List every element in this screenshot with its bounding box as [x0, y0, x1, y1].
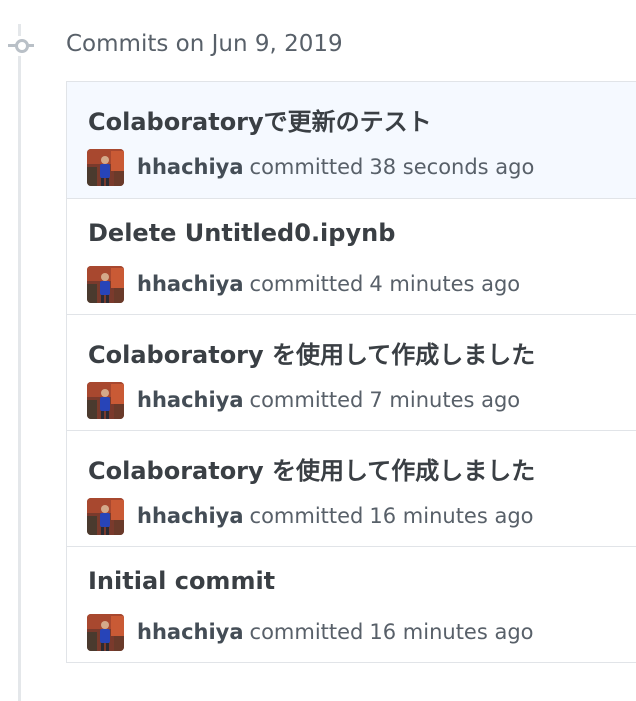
user-avatar-icon[interactable] — [87, 381, 124, 419]
commit-action-text: committed — [249, 620, 364, 644]
commit-time: 38 seconds ago — [369, 155, 535, 179]
commit-author-link[interactable]: hhachiya — [137, 155, 244, 179]
commit-time: 16 minutes ago — [369, 620, 534, 644]
commit-row: Colaboratory を使用して作成しました hhachiya commit… — [67, 430, 636, 546]
commit-meta: hhachiya committed 38 seconds ago — [87, 148, 534, 186]
commit-row: Delete Untitled0.ipynb hhachiya committe… — [67, 198, 636, 314]
commit-action-text: committed — [249, 388, 364, 412]
commit-author-link[interactable]: hhachiya — [137, 504, 244, 528]
commit-time: 16 minutes ago — [369, 504, 534, 528]
commit-author-link[interactable]: hhachiya — [137, 272, 244, 296]
commit-meta: hhachiya committed 7 minutes ago — [87, 381, 520, 419]
commit-row: Colaboratory を使用して作成しました hhachiya commit… — [67, 314, 636, 430]
commit-title-link[interactable]: Delete Untitled0.ipynb — [88, 219, 395, 247]
git-commit-icon — [8, 36, 34, 56]
commit-meta: hhachiya committed 4 minutes ago — [87, 265, 520, 303]
commit-row: Colaboratoryで更新のテスト hhachiya committed 3… — [67, 82, 636, 198]
commit-meta: hhachiya committed 16 minutes ago — [87, 613, 534, 651]
commit-list: Colaboratoryで更新のテスト hhachiya committed 3… — [66, 81, 636, 663]
user-avatar-icon[interactable] — [87, 497, 124, 535]
user-avatar-icon[interactable] — [87, 265, 124, 303]
commit-time: 7 minutes ago — [369, 388, 521, 412]
commit-author-link[interactable]: hhachiya — [137, 620, 244, 644]
commit-title-link[interactable]: Colaboratory を使用して作成しました — [88, 451, 535, 486]
commit-row: Initial commit hhachiya committed 16 min… — [67, 546, 636, 662]
commit-title-link[interactable]: Colaboratory を使用して作成しました — [88, 335, 535, 370]
commit-group-title: Commits on Jun 9, 2019 — [66, 31, 343, 57]
commit-title-link[interactable]: Colaboratoryで更新のテスト — [88, 102, 432, 137]
commit-action-text: committed — [249, 155, 364, 179]
commit-time: 4 minutes ago — [369, 272, 521, 296]
commit-author-link[interactable]: hhachiya — [137, 388, 244, 412]
timeline-line — [18, 24, 21, 701]
user-avatar-icon[interactable] — [87, 613, 124, 651]
commit-title-link[interactable]: Initial commit — [88, 567, 275, 595]
commit-meta: hhachiya committed 16 minutes ago — [87, 497, 534, 535]
commit-action-text: committed — [249, 504, 364, 528]
user-avatar-icon[interactable] — [87, 148, 124, 186]
commit-action-text: committed — [249, 272, 364, 296]
